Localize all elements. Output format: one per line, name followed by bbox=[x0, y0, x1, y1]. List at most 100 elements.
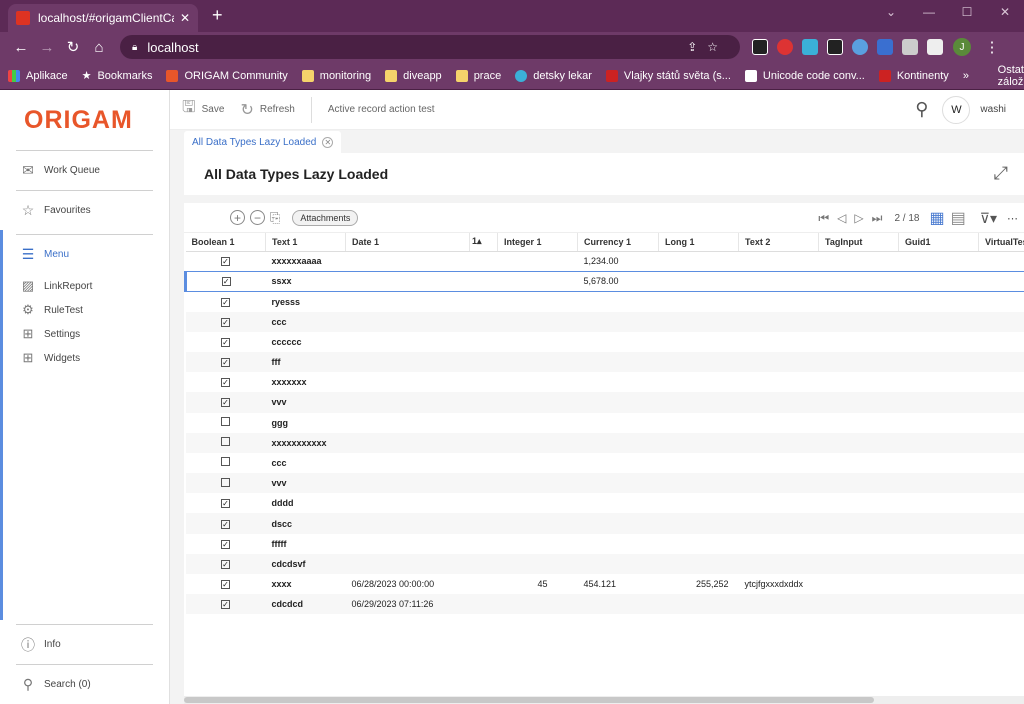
table-row[interactable]: ✓ xxxxxxaaaa 1,234.00 bbox=[186, 251, 1024, 271]
cell-integer1[interactable] bbox=[498, 413, 578, 433]
cell-integer1[interactable] bbox=[498, 372, 578, 392]
cell-currency1[interactable]: 5,678.00 bbox=[577, 270, 659, 292]
cell-text2[interactable] bbox=[738, 432, 819, 453]
cell-integer1[interactable] bbox=[497, 553, 578, 574]
col-header[interactable]: Long 1 bbox=[658, 233, 739, 252]
cell-date1[interactable] bbox=[345, 351, 498, 373]
cell-text1[interactable]: fffff bbox=[266, 534, 346, 554]
cell-long1[interactable] bbox=[659, 291, 739, 311]
cell-text1[interactable]: ccc bbox=[265, 311, 346, 332]
boolean-checkbox[interactable]: ✓ bbox=[186, 574, 266, 594]
cell-date1[interactable] bbox=[345, 311, 498, 332]
cell-currency1[interactable] bbox=[577, 473, 659, 494]
bookmark-item[interactable]: monitoring bbox=[301, 69, 371, 82]
more-options-icon[interactable]: ⋯ bbox=[1007, 212, 1018, 225]
cell-guid1[interactable] bbox=[898, 432, 979, 453]
cell-currency1[interactable] bbox=[577, 553, 659, 574]
checked-checkbox-icon[interactable]: ✓ bbox=[221, 559, 230, 569]
cell-currency1[interactable] bbox=[578, 534, 659, 554]
cell-long1[interactable] bbox=[658, 392, 739, 413]
table-row[interactable]: ✓ dddd bbox=[186, 493, 1024, 513]
cell-text2[interactable] bbox=[738, 392, 819, 413]
cell-integer1[interactable] bbox=[498, 251, 578, 271]
boolean-checkbox[interactable]: ✓ bbox=[185, 553, 266, 574]
table-row[interactable]: ✓ cccccc bbox=[186, 332, 1024, 352]
delete-row-icon[interactable]: − bbox=[250, 210, 265, 225]
next-record-icon[interactable]: ▷ bbox=[854, 211, 863, 225]
cell-text2[interactable] bbox=[739, 291, 819, 311]
cell-guid1[interactable] bbox=[899, 413, 979, 433]
cell-date1[interactable] bbox=[346, 291, 498, 311]
sidebar-item-settings[interactable]: ⊞ Settings bbox=[16, 322, 153, 346]
cell-guid1[interactable] bbox=[899, 574, 979, 594]
other-bookmarks[interactable]: » Ostatní záložky bbox=[963, 64, 1024, 88]
checked-checkbox-icon[interactable]: ✓ bbox=[221, 378, 230, 388]
cell-guid1[interactable] bbox=[898, 473, 979, 494]
bookmark-item[interactable]: diveapp bbox=[385, 69, 442, 82]
col-header[interactable]: Boolean 1 bbox=[185, 233, 266, 252]
cell-integer1[interactable] bbox=[497, 392, 578, 413]
cell-taginput[interactable] bbox=[819, 453, 899, 473]
cell-long1[interactable] bbox=[658, 513, 739, 534]
cell-taginput[interactable] bbox=[819, 251, 899, 271]
close-icon[interactable]: ✕ bbox=[322, 136, 334, 148]
bookmark-item[interactable]: Kontinenty bbox=[878, 69, 949, 82]
maximize-button[interactable]: ☐ bbox=[948, 0, 986, 24]
cell-text1[interactable]: cccccc bbox=[266, 332, 346, 352]
cell-currency1[interactable] bbox=[577, 594, 659, 615]
refresh-button[interactable]: ↻ Refresh bbox=[240, 100, 294, 120]
col-header[interactable]: Date 1 bbox=[345, 233, 470, 252]
checked-checkbox-icon[interactable]: ✓ bbox=[221, 398, 230, 408]
cell-text2[interactable] bbox=[738, 594, 819, 615]
checked-checkbox-icon[interactable]: ✓ bbox=[221, 519, 230, 529]
cell-text2[interactable] bbox=[739, 493, 819, 513]
bookmark-item[interactable]: ORIGAM Community bbox=[166, 69, 288, 82]
boolean-checkbox[interactable]: ✓ bbox=[186, 332, 266, 352]
boolean-checkbox[interactable]: ✓ bbox=[186, 534, 266, 554]
cell-taginput[interactable] bbox=[818, 311, 899, 332]
form-view-icon[interactable]: ▤ bbox=[951, 208, 966, 228]
cell-integer1[interactable] bbox=[497, 473, 578, 494]
home-button[interactable]: ⌂ bbox=[86, 39, 112, 56]
boolean-checkbox[interactable]: ✓ bbox=[185, 351, 266, 373]
checked-checkbox-icon[interactable]: ✓ bbox=[221, 317, 230, 327]
table-row[interactable]: ggg bbox=[186, 413, 1024, 433]
cell-text1[interactable]: ggg bbox=[266, 413, 346, 433]
boolean-checkbox[interactable]: ✓ bbox=[184, 270, 266, 292]
cell-text2[interactable] bbox=[739, 534, 819, 554]
sidebar-search[interactable]: ⚲ Search (0) bbox=[16, 664, 153, 704]
col-header[interactable]: Integer 1 bbox=[497, 233, 578, 252]
cell-date1[interactable] bbox=[346, 332, 498, 352]
close-tab-icon[interactable]: ✕ bbox=[180, 11, 190, 25]
table-view-icon[interactable]: ▦ bbox=[929, 208, 944, 228]
cell-virtual[interactable] bbox=[979, 453, 1024, 473]
boolean-checkbox[interactable]: ✓ bbox=[186, 251, 266, 271]
cell-date1[interactable] bbox=[346, 534, 498, 554]
expand-icon[interactable]: ⤢ bbox=[994, 163, 1008, 184]
cell-virtual[interactable] bbox=[979, 251, 1024, 271]
sidebar-menu[interactable]: ☰ Menu bbox=[16, 234, 153, 274]
cell-taginput[interactable] bbox=[818, 513, 899, 534]
sidebar-item-linkreport[interactable]: ▨ LinkReport bbox=[16, 274, 153, 298]
col-header[interactable]: Guid1 bbox=[898, 233, 979, 252]
extension-icon[interactable] bbox=[777, 39, 793, 55]
cell-virtual[interactable] bbox=[978, 594, 1024, 615]
boolean-checkbox[interactable]: ✓ bbox=[185, 311, 266, 332]
cell-long1[interactable] bbox=[658, 432, 739, 453]
cell-virtual[interactable] bbox=[978, 432, 1024, 453]
cell-text1[interactable]: ryesss bbox=[266, 291, 346, 311]
extension-icon[interactable] bbox=[827, 39, 843, 55]
cell-integer1[interactable] bbox=[498, 291, 578, 311]
cell-text2[interactable] bbox=[738, 351, 819, 373]
col-header[interactable]: VirtualTes bbox=[978, 233, 1024, 252]
cell-guid1[interactable] bbox=[898, 392, 979, 413]
cell-virtual[interactable] bbox=[978, 270, 1024, 292]
table-row[interactable]: ✓ dscc bbox=[185, 513, 1024, 534]
cell-currency1[interactable]: 1,234.00 bbox=[578, 251, 659, 271]
cell-text1[interactable]: vvv bbox=[265, 473, 346, 494]
cell-text1[interactable]: cdcdsvf bbox=[265, 553, 346, 574]
unchecked-checkbox-icon[interactable] bbox=[221, 437, 230, 447]
checked-checkbox-icon[interactable]: ✓ bbox=[221, 257, 230, 267]
cell-text1[interactable]: cdcdcd bbox=[265, 594, 346, 615]
cell-guid1[interactable] bbox=[898, 594, 979, 615]
